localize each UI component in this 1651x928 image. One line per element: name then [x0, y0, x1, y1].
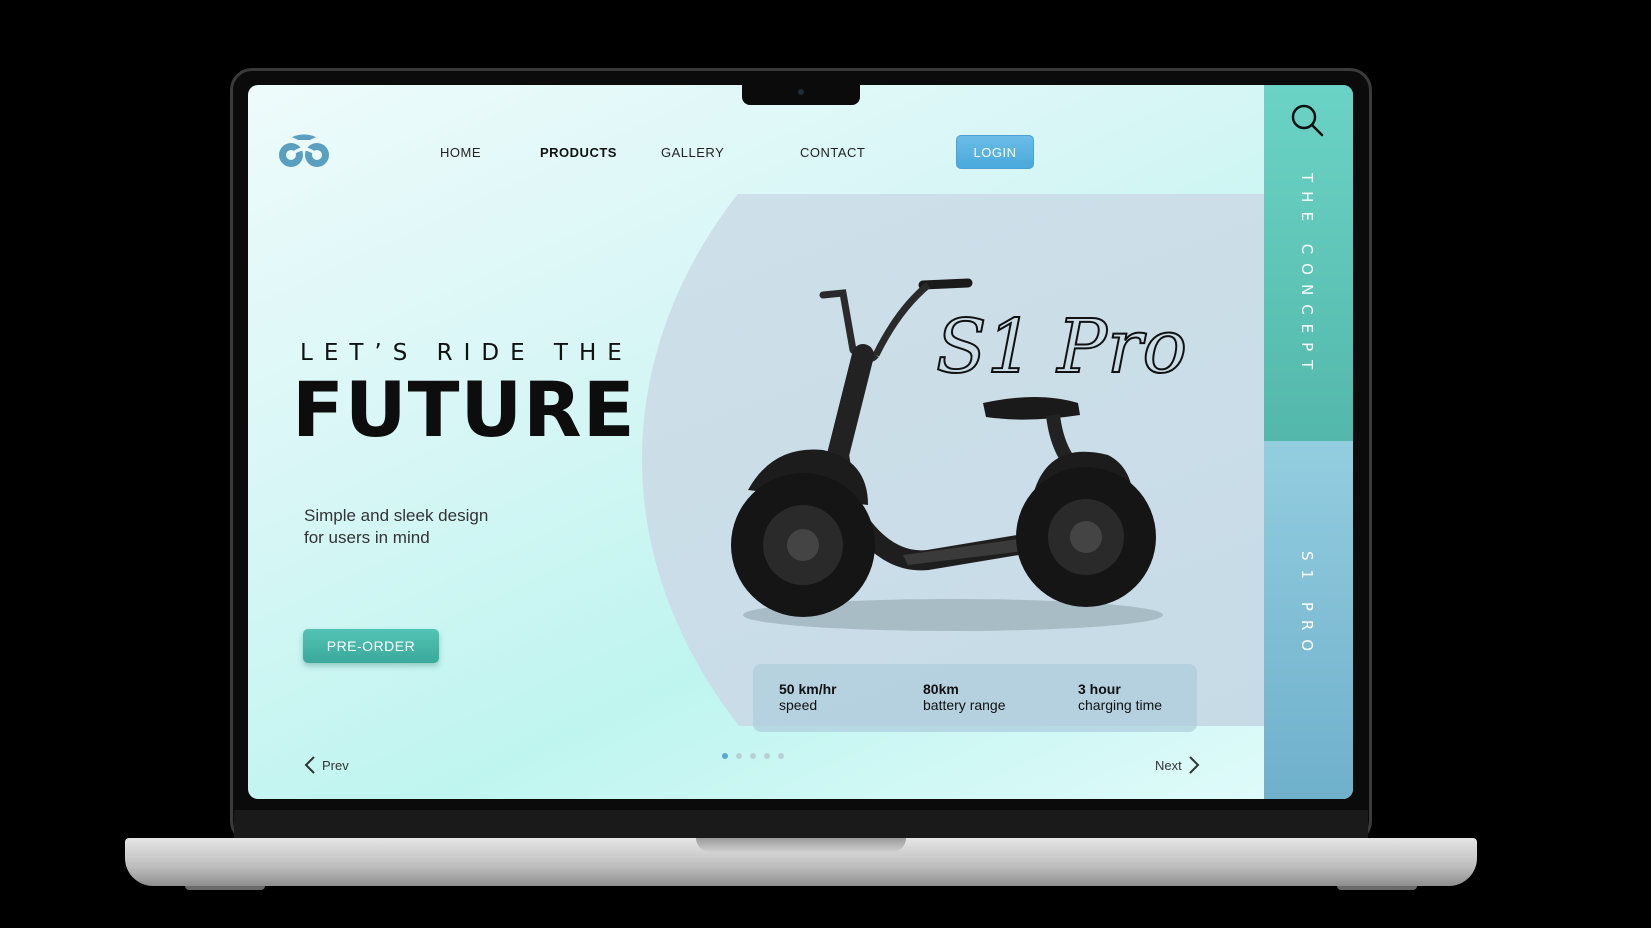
spec-item: 3 hour charging time — [1078, 681, 1162, 713]
sidebar-concept-panel[interactable]: THE CONCEPT — [1264, 85, 1353, 441]
prev-label: Prev — [322, 757, 349, 773]
website-screen: HOME PRODUCTS GALLERY CONTACT LOGIN LET’… — [248, 85, 1353, 799]
carousel-dot[interactable] — [736, 753, 742, 759]
nav-home[interactable]: HOME — [440, 145, 481, 160]
chevron-right-icon — [1189, 756, 1200, 774]
spec-value: 50 km/hr — [779, 681, 837, 697]
spec-item: 50 km/hr speed — [779, 681, 837, 713]
laptop-base — [125, 838, 1477, 890]
camera-dot — [798, 89, 804, 95]
spec-item: 80km battery range — [923, 681, 1006, 713]
next-label: Next — [1155, 757, 1182, 773]
tagline: Simple and sleek design for users in min… — [304, 505, 564, 549]
spec-label: speed — [779, 697, 818, 713]
sidebar-s1pro-panel[interactable]: S1 PRO — [1264, 441, 1353, 799]
logo-icon[interactable] — [278, 133, 330, 169]
tagline-line: Simple and sleek design — [304, 506, 489, 525]
carousel-dots — [722, 753, 784, 759]
carousel-dot[interactable] — [750, 753, 756, 759]
nav-gallery[interactable]: GALLERY — [661, 145, 724, 160]
laptop-foot — [185, 886, 265, 890]
sidebar-s1pro-label: S1 PRO — [1298, 551, 1316, 661]
search-icon[interactable] — [1290, 103, 1324, 137]
laptop-foot — [1337, 886, 1417, 890]
carousel-dot[interactable] — [722, 753, 728, 759]
laptop-base-notch — [696, 838, 906, 852]
spec-value: 80km — [923, 681, 959, 697]
product-name-script: S1 Pro — [935, 303, 1188, 391]
spec-label: battery range — [923, 697, 1006, 713]
prev-button[interactable]: Prev — [304, 755, 349, 775]
headline-big: FUTURE — [292, 365, 636, 454]
tagline-line: for users in mind — [304, 528, 430, 547]
product-name-text: S1 Pro — [936, 304, 1187, 390]
nav-contact[interactable]: CONTACT — [800, 145, 865, 160]
headline-small: LET’S RIDE THE — [300, 340, 633, 366]
carousel-dot[interactable] — [778, 753, 784, 759]
carousel-dot[interactable] — [764, 753, 770, 759]
preorder-button[interactable]: PRE-ORDER — [303, 629, 439, 663]
specs-panel: 50 km/hr speed 80km battery range 3 hour… — [753, 664, 1197, 732]
login-button[interactable]: LOGIN — [956, 135, 1034, 169]
laptop-hinge — [234, 810, 1368, 838]
camera-notch — [742, 85, 860, 105]
sidebar-concept-label: THE CONCEPT — [1298, 173, 1316, 379]
nav-products[interactable]: PRODUCTS — [540, 145, 617, 160]
chevron-left-icon — [304, 756, 315, 774]
spec-value: 3 hour — [1078, 681, 1121, 697]
next-button[interactable]: Next — [1155, 755, 1200, 775]
spec-label: charging time — [1078, 697, 1163, 713]
